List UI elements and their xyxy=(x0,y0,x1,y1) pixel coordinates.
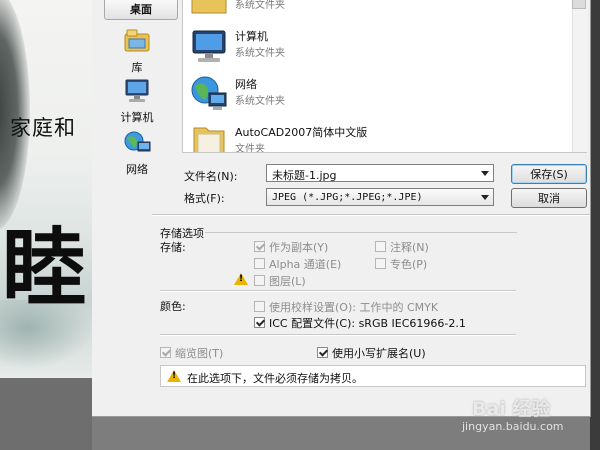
chevron-down-icon[interactable] xyxy=(481,195,489,200)
watermark-url: jingyan.baidu.com xyxy=(462,420,564,433)
warning-icon xyxy=(167,370,181,382)
document-canvas: 家庭和 睦 xyxy=(0,0,92,378)
thumbnail-checkbox[interactable] xyxy=(160,347,171,358)
workspace-right-edge xyxy=(590,0,600,450)
notes-label: 注释(N) xyxy=(390,241,429,254)
as-copy-label: 作为副本(Y) xyxy=(269,241,329,254)
save-button[interactable]: 保存(S) xyxy=(511,164,587,184)
warning-icon xyxy=(234,273,248,285)
place-network-label: 网络 xyxy=(126,163,148,176)
proof-setup-checkbox[interactable] xyxy=(254,301,265,312)
format-value: JPEG (*.JPG;*.JPEG;*.JPE) xyxy=(272,192,423,203)
folder-icon xyxy=(191,0,227,14)
file-item-type: 文件夹 xyxy=(235,144,265,153)
library-icon xyxy=(124,29,150,52)
file-item[interactable]: 系统文件夹 xyxy=(185,0,565,22)
notes-checkbox[interactable] xyxy=(375,241,386,252)
place-desktop[interactable]: 桌面 xyxy=(104,0,178,20)
place-library-label: 库 xyxy=(131,61,143,74)
chevron-down-icon[interactable] xyxy=(481,171,489,176)
place-library[interactable]: 库 xyxy=(96,26,178,75)
divider xyxy=(152,215,590,216)
file-item-type: 系统文件夹 xyxy=(235,96,285,107)
lowercase-extension-label: 使用小写扩展名(U) xyxy=(332,347,426,360)
place-desktop-label: 桌面 xyxy=(130,3,152,16)
divider xyxy=(160,335,516,336)
file-item-name: 计算机 xyxy=(235,30,268,43)
file-item[interactable]: AutoCAD2007简体中文版 文件夹 xyxy=(185,118,565,153)
storage-label: 存储: xyxy=(160,241,186,254)
proof-setup-label: 使用校样设置(O): 工作中的 CMYK xyxy=(269,301,439,314)
alpha-checkbox[interactable] xyxy=(254,258,265,269)
workspace-bottom xyxy=(0,378,92,450)
file-list[interactable]: 系统文件夹 计算机 系统文件夹 网络 系统文件夹 AutoCAD2007简体中文… xyxy=(182,0,587,153)
divider xyxy=(160,291,516,292)
icc-profile-label: ICC 配置文件(C): sRGB IEC61966-2.1 xyxy=(269,317,466,330)
scrollbar-thumb[interactable] xyxy=(572,0,586,9)
file-item-type: 系统文件夹 xyxy=(235,48,285,59)
thumbnail-label: 缩览图(T) xyxy=(175,347,224,360)
file-item-type: 系统文件夹 xyxy=(235,0,285,11)
icc-profile-checkbox[interactable] xyxy=(254,317,265,328)
format-select[interactable]: JPEG (*.JPG;*.JPEG;*.JPE) xyxy=(266,188,494,206)
save-as-dialog: 桌面 库 计算机 网络 系统文件夹 计算机 系统文件夹 网络 系统文件夹 Aut… xyxy=(92,0,591,417)
file-item-name: 网络 xyxy=(235,78,257,91)
calligraphy-big: 睦 xyxy=(2,218,87,317)
computer-icon xyxy=(192,30,226,62)
format-label: 格式(F): xyxy=(184,192,225,205)
file-list-scrollbar[interactable] xyxy=(572,0,587,152)
filename-input[interactable]: 未标题-1.jpg xyxy=(266,164,494,182)
calligraphy-line: 家庭和 xyxy=(10,116,76,140)
spot-label: 专色(P) xyxy=(390,258,428,271)
layers-checkbox[interactable] xyxy=(254,275,265,286)
alpha-label: Alpha 通道(E) xyxy=(269,258,342,271)
warning-text: 在此选项下，文件必须存储为拷贝。 xyxy=(187,372,363,385)
computer-icon xyxy=(125,79,149,102)
file-item[interactable]: 网络 系统文件夹 xyxy=(185,70,565,118)
file-item-name: AutoCAD2007简体中文版 xyxy=(235,126,368,139)
file-item[interactable]: 计算机 系统文件夹 xyxy=(185,22,565,70)
color-label: 颜色: xyxy=(160,300,186,313)
layers-label: 图层(L) xyxy=(269,275,306,288)
group-line xyxy=(205,232,517,233)
filename-value: 未标题-1.jpg xyxy=(272,169,337,182)
baidu-watermark: Bai 经验 jingyan.baidu.com xyxy=(462,394,582,438)
lowercase-extension-checkbox[interactable] xyxy=(317,347,328,358)
filename-label: 文件名(N): xyxy=(184,170,238,183)
place-computer-label: 计算机 xyxy=(120,111,154,124)
spot-checkbox[interactable] xyxy=(375,258,386,269)
folder-icon xyxy=(193,127,225,152)
network-icon xyxy=(124,131,151,152)
place-network[interactable]: 网络 xyxy=(96,130,178,177)
cancel-button[interactable]: 取消 xyxy=(511,188,587,208)
place-computer[interactable]: 计算机 xyxy=(96,78,178,125)
network-globe-icon xyxy=(191,76,227,110)
places-bar: 桌面 库 计算机 网络 xyxy=(96,0,178,180)
as-copy-checkbox[interactable] xyxy=(254,241,265,252)
warning-notice: 在此选项下，文件必须存储为拷贝。 xyxy=(160,365,586,387)
watermark-brand: Bai 经验 xyxy=(472,398,551,420)
